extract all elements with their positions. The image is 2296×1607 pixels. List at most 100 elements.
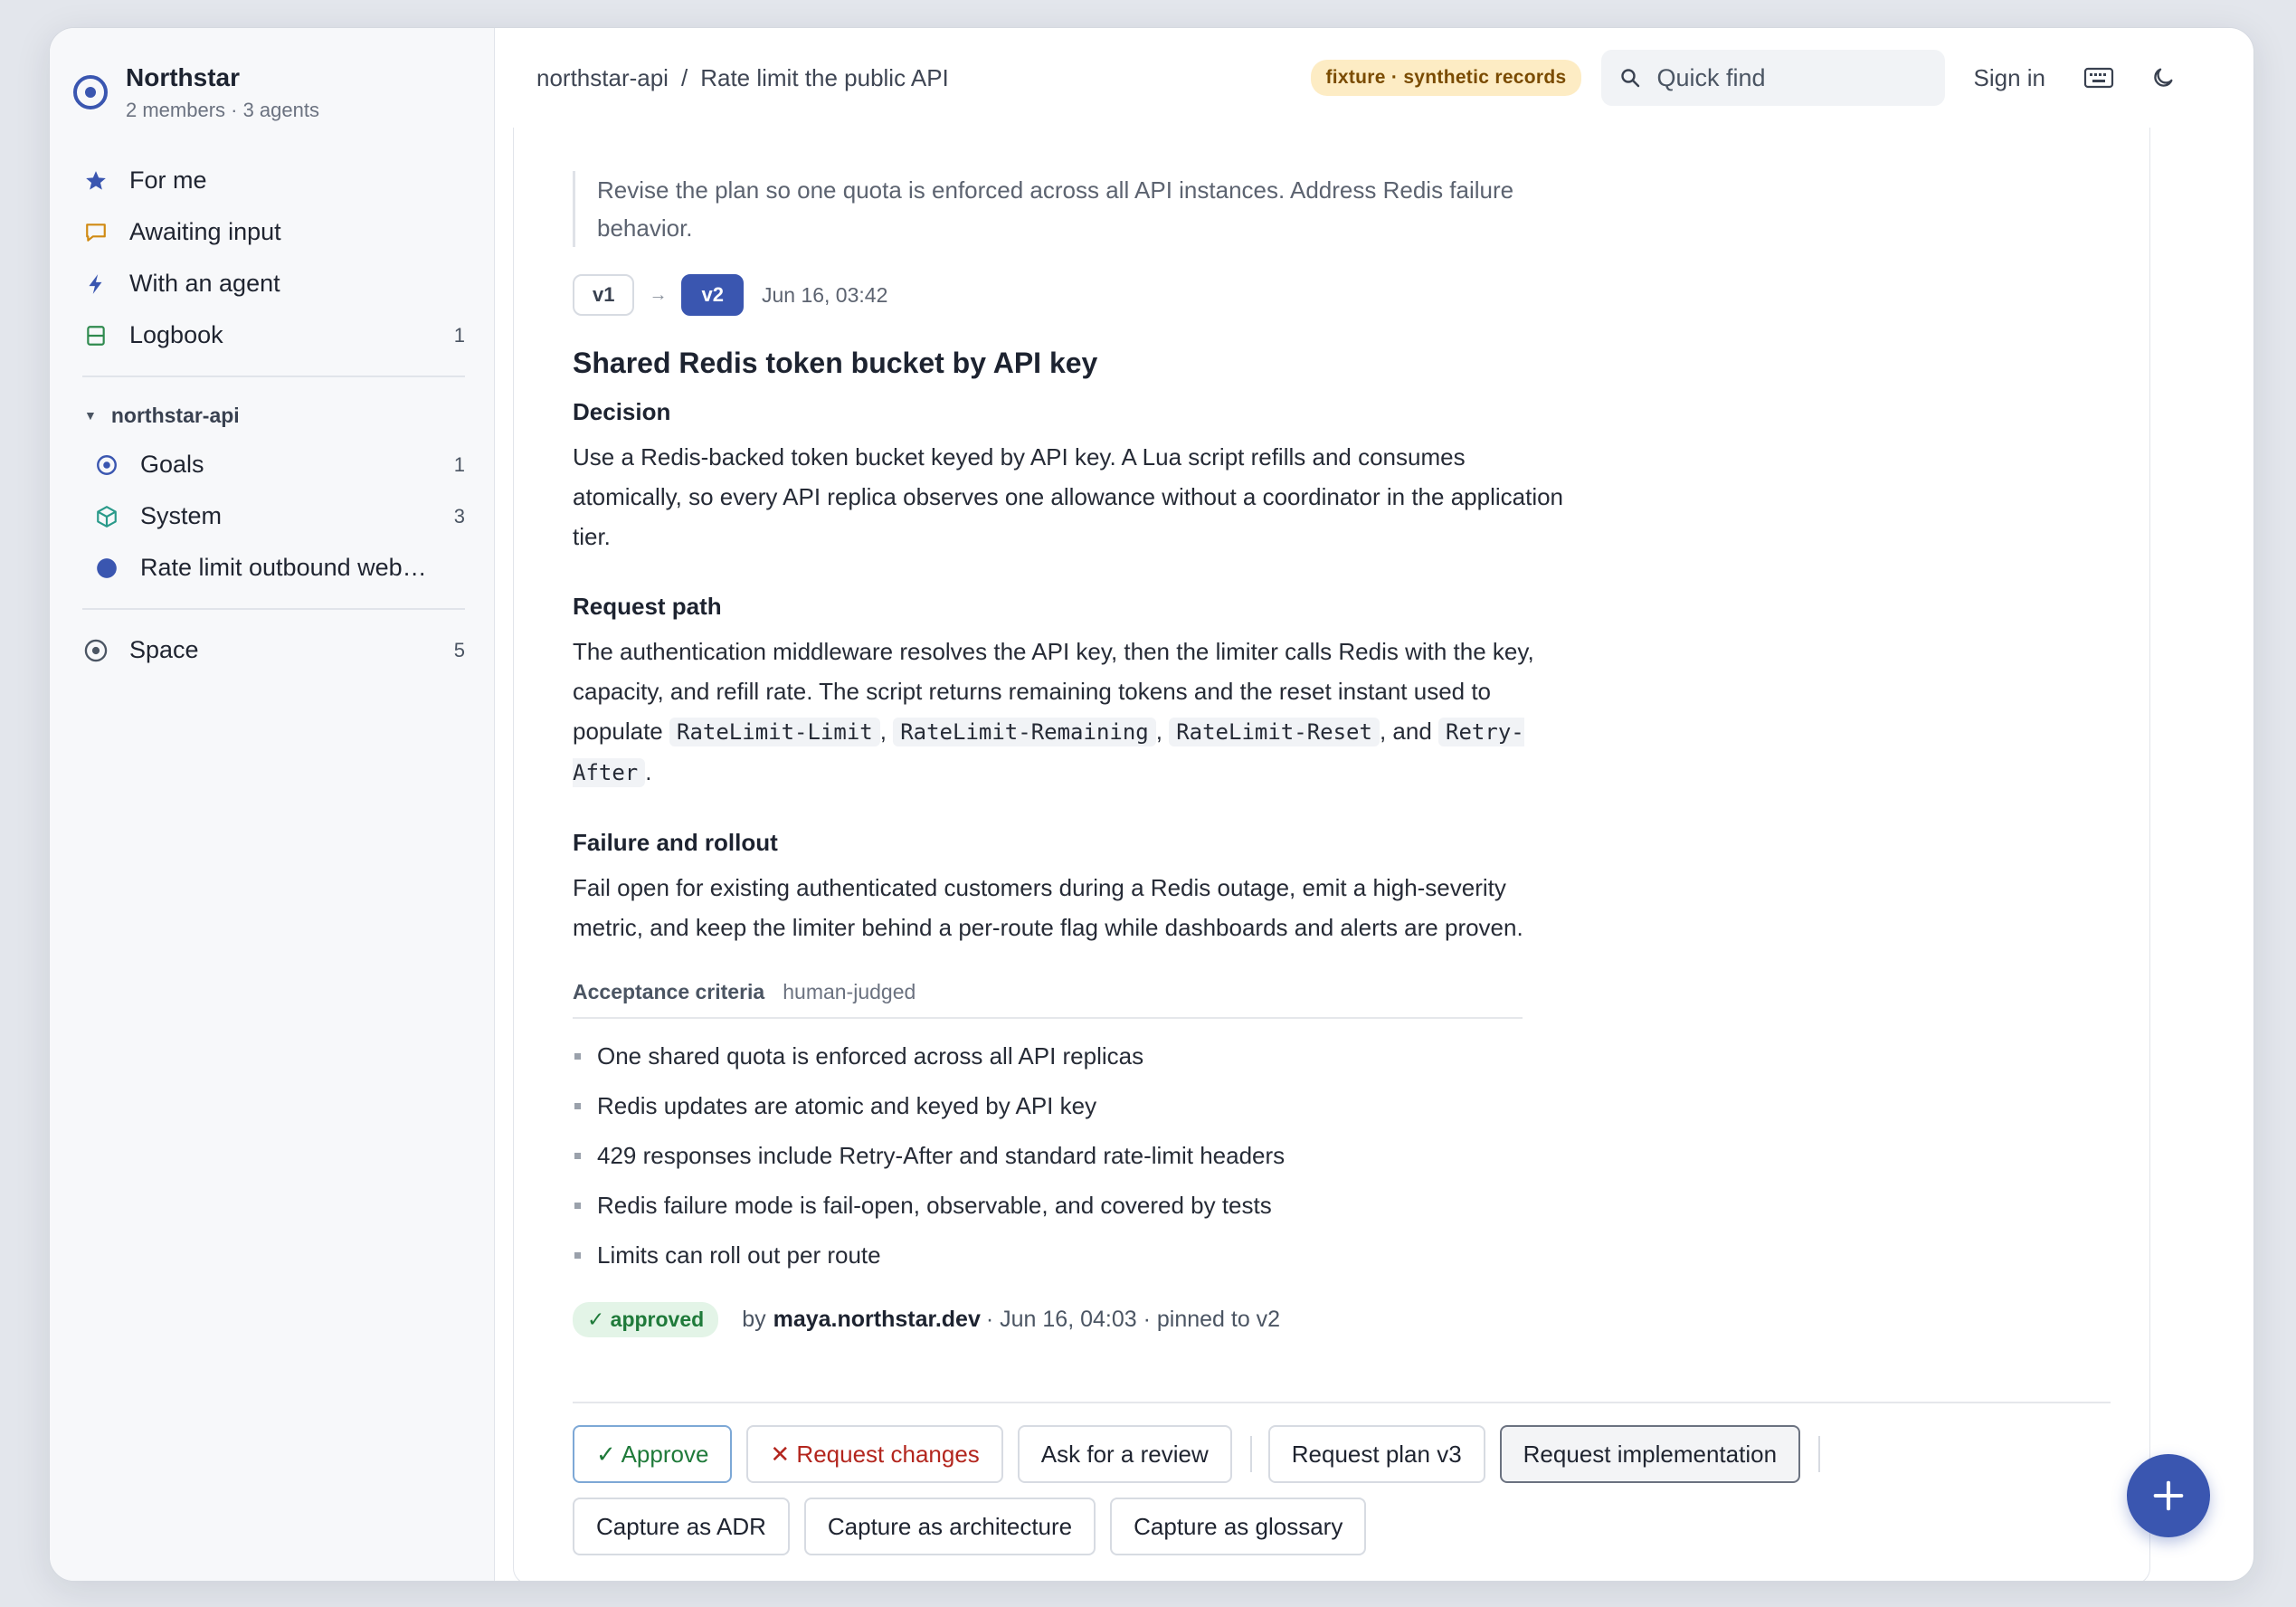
workspace-header[interactable]: Northstar 2 members · 3 agents <box>73 61 465 122</box>
criterion-text: Redis failure mode is fail-open, observa… <box>597 1192 1272 1219</box>
request-implementation-button[interactable]: Request implementation <box>1499 1425 1801 1483</box>
sidebar-item-goals[interactable]: Goals 1 <box>73 439 465 490</box>
version-row: v1 → v2 Jun 16, 03:42 <box>573 274 1568 316</box>
workspace-subtitle: 2 members · 3 agents <box>126 99 319 121</box>
logbook-icon <box>82 322 109 349</box>
moon-icon[interactable] <box>2150 65 2176 90</box>
sidebar-item-label: With an agent <box>129 270 280 297</box>
quick-find-input[interactable]: Quick find <box>1600 50 1945 106</box>
approver-name[interactable]: maya.northstar.dev <box>773 1307 981 1333</box>
feedback-quote: Revise the plan so one quota is enforced… <box>573 171 1559 247</box>
sidebar-item-system[interactable]: System 3 <box>73 490 465 542</box>
capture-adr-button[interactable]: Capture as ADR <box>573 1498 790 1555</box>
actions-divider <box>573 1402 2111 1403</box>
code-ratelimit-reset: RateLimit-Reset <box>1169 718 1380 746</box>
button-group-divider <box>1249 1436 1252 1472</box>
target-icon <box>93 452 120 479</box>
sidebar-divider <box>82 376 465 377</box>
breadcrumb-current: Rate limit the public API <box>700 63 949 91</box>
bullet-icon <box>574 1153 581 1159</box>
request-plan-v3-button[interactable]: Request plan v3 <box>1267 1425 1485 1483</box>
workspace-logo-icon <box>73 75 108 109</box>
approval-meta: · Jun 16, 04:03 · pinned to v2 <box>985 1307 1281 1332</box>
capture-architecture-button[interactable]: Capture as architecture <box>803 1498 1096 1555</box>
sidebar-item-with-an-agent[interactable]: With an agent <box>73 258 465 309</box>
status-badge: ✓ approved <box>573 1302 719 1337</box>
sign-in-link[interactable]: Sign in <box>1974 64 2046 92</box>
sidebar-item-space[interactable]: Space 5 <box>73 624 465 676</box>
breadcrumb-separator: / <box>680 63 688 91</box>
status-dot-icon <box>93 555 120 582</box>
button-group-divider <box>1818 1436 1821 1472</box>
lightning-icon <box>82 271 109 298</box>
request-path-and: , and <box>1379 718 1432 745</box>
sidebar-item-rate-limit-webhooks[interactable]: Rate limit outbound webhooks <box>73 542 465 594</box>
sidebar-group-label: northstar-api <box>110 403 240 427</box>
caret-down-icon: ▼ <box>84 408 97 423</box>
app-window: Northstar 2 members · 3 agents For me Aw… <box>49 27 2254 1582</box>
quick-find-placeholder: Quick find <box>1656 63 1766 91</box>
sidebar-item-logbook[interactable]: Logbook 1 <box>73 309 465 361</box>
sidebar-item-count: 1 <box>453 452 465 476</box>
list-item: Redis failure mode is fail-open, observa… <box>573 1181 1568 1231</box>
breadcrumb: northstar-api / Rate limit the public AP… <box>536 64 1311 92</box>
sidebar-item-count: 1 <box>453 323 465 347</box>
section-heading-decision: Decision <box>573 398 671 425</box>
action-bar: ✓ Approve ✕ Request changes Ask for a re… <box>573 1425 1930 1570</box>
failure-body: Fail open for existing authenticated cus… <box>573 874 1523 941</box>
approved-by-label: by <box>742 1307 766 1332</box>
request-changes-button[interactable]: ✕ Request changes <box>746 1425 1003 1483</box>
bullet-icon <box>574 1203 581 1209</box>
acceptance-criteria-header: Acceptance criteria human-judged <box>573 980 1523 1019</box>
sidebar-item-for-me[interactable]: For me <box>73 155 465 206</box>
list-item: One shared quota is enforced across all … <box>573 1032 1568 1081</box>
sidebar-divider <box>82 608 465 610</box>
sidebar-item-label: Goals <box>140 451 204 478</box>
sidebar-item-count: 3 <box>453 504 465 528</box>
version-tag-v1[interactable]: v1 <box>573 274 635 316</box>
fixture-badge: fixture · synthetic records <box>1311 60 1581 96</box>
criterion-text: One shared quota is enforced across all … <box>597 1042 1144 1070</box>
top-bar: northstar-api / Rate limit the public AP… <box>495 28 2253 128</box>
criterion-text: Limits can roll out per route <box>597 1241 881 1269</box>
criterion-text: 429 responses include Retry-After and st… <box>597 1142 1286 1169</box>
version-tag-v2[interactable]: v2 <box>681 274 744 316</box>
approve-button[interactable]: ✓ Approve <box>573 1425 733 1483</box>
acceptance-criteria-list: One shared quota is enforced across all … <box>573 1032 1568 1280</box>
breadcrumb-project[interactable]: northstar-api <box>536 64 669 92</box>
sidebar-item-label: Awaiting input <box>129 218 281 245</box>
main-area: northstar-api / Rate limit the public AP… <box>495 28 2253 1581</box>
star-icon <box>82 167 109 195</box>
request-path-body: The authentication middleware resolves t… <box>573 638 1534 787</box>
arrow-right-icon: → <box>649 284 668 305</box>
ask-for-review-button[interactable]: Ask for a review <box>1017 1425 1232 1483</box>
sidebar-item-label: Space <box>129 636 199 663</box>
decision-body: Use a Redis-backed token bucket keyed by… <box>573 443 1564 550</box>
sidebar-item-count: 5 <box>453 638 465 661</box>
chat-bubble-icon <box>82 219 109 246</box>
bullet-icon <box>574 1103 581 1109</box>
cube-icon <box>93 503 120 530</box>
plus-icon <box>2153 1480 2184 1511</box>
list-item: Redis updates are atomic and keyed by AP… <box>573 1081 1568 1131</box>
sidebar: Northstar 2 members · 3 agents For me Aw… <box>50 28 495 1581</box>
approval-status: ✓ approved by maya.northstar.dev · Jun 1… <box>573 1302 1568 1337</box>
code-ratelimit-remaining: RateLimit-Remaining <box>893 718 1156 746</box>
add-fab-button[interactable] <box>2127 1454 2210 1537</box>
version-date: Jun 16, 03:42 <box>761 282 888 307</box>
sidebar-group-northstar-api[interactable]: ▼ northstar-api <box>73 392 465 439</box>
keyboard-icon[interactable] <box>2083 66 2114 90</box>
capture-glossary-button[interactable]: Capture as glossary <box>1110 1498 1367 1555</box>
list-item: 429 responses include Retry-After and st… <box>573 1131 1568 1181</box>
search-icon <box>1620 69 1639 88</box>
bullet-icon <box>574 1252 581 1259</box>
sidebar-item-label: Logbook <box>129 321 223 348</box>
sidebar-item-label: System <box>140 502 223 529</box>
list-item: Limits can roll out per route <box>573 1231 1568 1280</box>
workspace-name: Northstar <box>126 63 241 91</box>
sidebar-item-awaiting-input[interactable]: Awaiting input <box>73 206 465 258</box>
action-row-primary: ✓ Approve ✕ Request changes Ask for a re… <box>573 1425 1930 1483</box>
sidebar-item-label: Rate limit outbound webhooks <box>140 554 438 581</box>
criterion-text: Redis updates are atomic and keyed by AP… <box>597 1092 1097 1119</box>
action-row-capture: Capture as ADR Capture as architecture C… <box>573 1498 1930 1555</box>
